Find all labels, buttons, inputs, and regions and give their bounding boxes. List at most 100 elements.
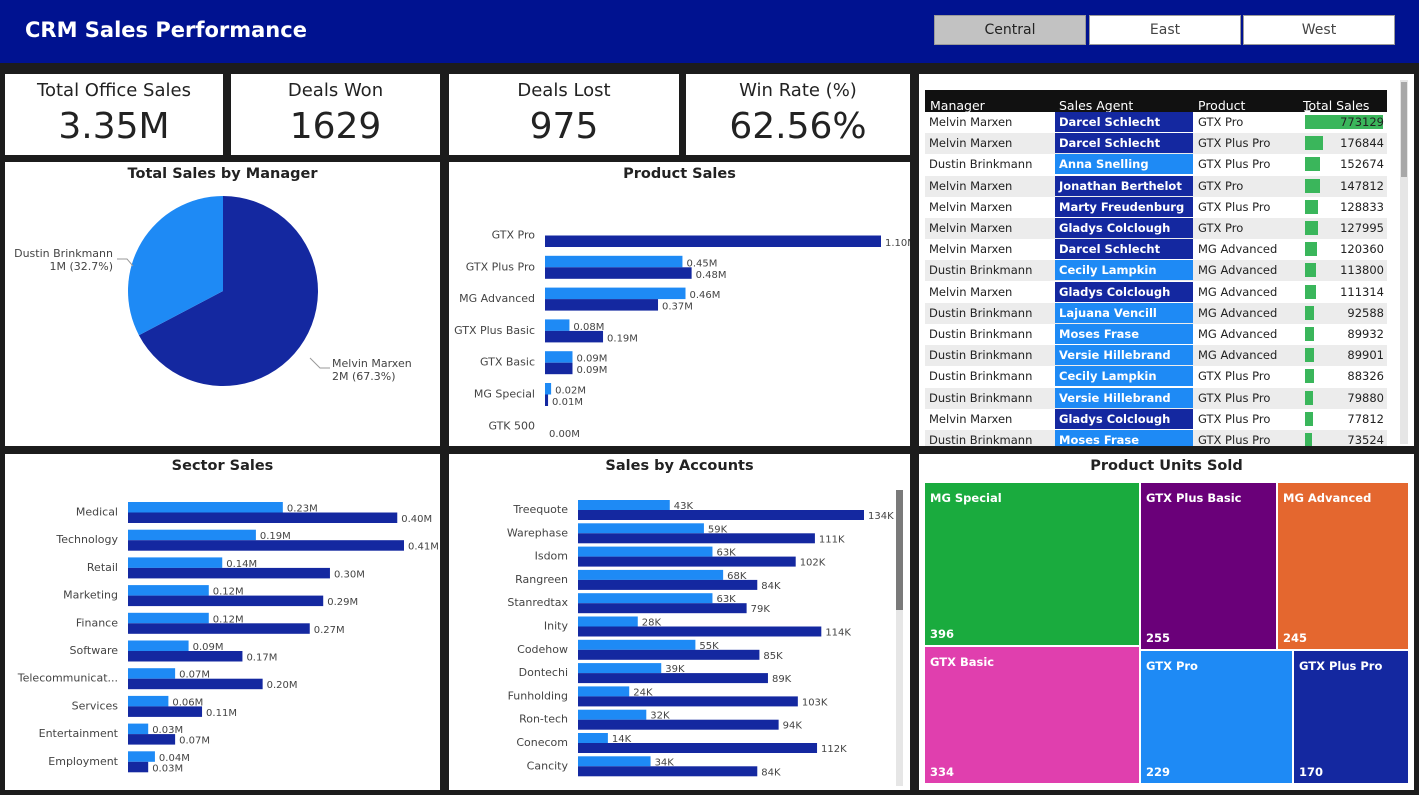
bar[interactable] <box>578 696 798 707</box>
slicer-east-button[interactable]: East <box>1089 15 1241 45</box>
bar[interactable] <box>578 766 758 777</box>
bar[interactable] <box>545 267 692 279</box>
accounts-scrollbar-thumb[interactable] <box>896 490 903 610</box>
bar[interactable] <box>578 546 713 557</box>
cell-manager: Dustin Brinkmann <box>929 157 1033 172</box>
cell-agent: Darcel Schlecht <box>1055 112 1193 132</box>
bar[interactable] <box>128 595 324 607</box>
bar[interactable] <box>128 502 283 513</box>
bar[interactable] <box>578 569 724 580</box>
bar[interactable] <box>545 299 659 311</box>
table-row[interactable]: Dustin Brinkmann Cecily Lampkin GTX Plus P… <box>925 366 1387 388</box>
table-row[interactable]: Melvin Marxen Darcel Schlecht GTX Plus Pro… <box>925 133 1387 155</box>
bar[interactable] <box>578 673 768 684</box>
cell-manager: Dustin Brinkmann <box>929 327 1033 341</box>
cell-total-sales: 128833 <box>1340 199 1384 214</box>
bar[interactable] <box>128 623 310 634</box>
treemap-tile[interactable]: GTX Plus Basic 255 <box>1141 483 1276 649</box>
bar[interactable] <box>128 585 209 596</box>
table-scrollbar-thumb[interactable] <box>1401 82 1407 177</box>
bar[interactable] <box>578 626 822 637</box>
table-row[interactable]: Dustin Brinkmann Moses Frase GTX Plus Pro 7… <box>925 430 1387 446</box>
category-label: Warephase <box>507 526 568 539</box>
bar[interactable] <box>578 709 647 720</box>
table-row[interactable]: Dustin Brinkmann Anna Snelling GTX Plus Pr… <box>925 154 1387 176</box>
bar[interactable] <box>578 533 815 544</box>
bar[interactable] <box>545 351 573 363</box>
bar[interactable] <box>128 529 256 541</box>
bar[interactable] <box>578 556 796 567</box>
table-scrollbar-track[interactable] <box>1400 80 1408 444</box>
col-header-manager[interactable]: Manager <box>930 98 985 113</box>
bar[interactable] <box>545 330 604 343</box>
bar[interactable] <box>128 678 263 690</box>
treemap-tile[interactable]: GTX Basic 334 <box>925 647 1139 783</box>
bar[interactable] <box>578 500 670 510</box>
accounts-scrollbar-track[interactable] <box>896 490 903 786</box>
bar[interactable] <box>578 593 713 604</box>
cell-product: GTX Pro <box>1198 115 1244 129</box>
treemap-tile[interactable]: MG Advanced 245 <box>1278 483 1408 649</box>
category-label: Cancity <box>527 759 569 772</box>
bar[interactable] <box>545 383 552 395</box>
bar[interactable] <box>578 603 747 614</box>
table-row[interactable]: Melvin Marxen Jonathan Berthelot GTX Pro 14… <box>925 175 1387 197</box>
bar[interactable] <box>545 255 683 268</box>
table-row[interactable]: Melvin Marxen Darcel Schlecht MG Advanced 1… <box>925 239 1387 261</box>
table-row[interactable]: Dustin Brinkmann Versie Hillebrand GTX Plu… <box>925 387 1387 409</box>
table-row[interactable]: Dustin Brinkmann Moses Frase MG Advanced 89… <box>925 324 1387 345</box>
bar[interactable] <box>128 734 176 745</box>
bar[interactable] <box>128 751 155 762</box>
bar[interactable] <box>128 557 223 568</box>
bar[interactable] <box>128 651 243 662</box>
table-row[interactable]: Melvin Marxen Darcel Schlecht GTX Pro 77312… <box>925 112 1387 133</box>
table-row[interactable]: Dustin Brinkmann Versie Hillebrand MG Adva… <box>925 345 1387 367</box>
bar[interactable] <box>578 756 651 767</box>
bar[interactable] <box>578 523 704 534</box>
bar[interactable] <box>578 743 818 753</box>
bar[interactable] <box>128 761 149 773</box>
bar[interactable] <box>578 733 608 743</box>
bar[interactable] <box>128 640 189 652</box>
bar[interactable] <box>545 235 881 248</box>
bar[interactable] <box>578 510 864 520</box>
bar[interactable] <box>578 579 758 590</box>
bar[interactable] <box>545 287 686 300</box>
bar[interactable] <box>128 612 209 624</box>
category-label: Marketing <box>63 589 118 602</box>
col-header-agent[interactable]: Sales Agent <box>1059 98 1133 113</box>
bar[interactable] <box>578 649 760 660</box>
cell-total-sales: 88326 <box>1347 369 1384 384</box>
bar[interactable] <box>128 567 330 579</box>
bar[interactable] <box>545 319 570 331</box>
data-label: 84K <box>761 767 781 778</box>
bar[interactable] <box>128 668 176 679</box>
treemap-tile[interactable]: GTX Plus Pro 170 <box>1294 651 1408 783</box>
table-row[interactable]: Dustin Brinkmann Cecily Lampkin MG Advance… <box>925 260 1387 282</box>
table-row[interactable]: Dustin Brinkmann Lajuana Vencill MG Advanc… <box>925 302 1387 324</box>
bar[interactable] <box>578 663 662 674</box>
col-header-product[interactable]: Product <box>1198 98 1245 113</box>
table-row[interactable]: Melvin Marxen Gladys Colclough GTX Pro 1279… <box>925 218 1387 239</box>
bar[interactable] <box>578 639 696 650</box>
bar[interactable] <box>128 695 169 707</box>
treemap-tile[interactable]: GTX Pro 229 <box>1141 651 1292 783</box>
cell-total-sales: 92588 <box>1347 305 1384 320</box>
bar[interactable] <box>128 723 149 735</box>
bar[interactable] <box>128 512 398 524</box>
bar[interactable] <box>545 362 573 375</box>
treemap-tile[interactable]: MG Special 396 <box>925 483 1139 645</box>
bar[interactable] <box>128 540 404 551</box>
table-row[interactable]: Melvin Marxen Marty Freudenburg GTX Plus P… <box>925 196 1387 218</box>
table-row[interactable]: Melvin Marxen Gladys Colclough MG Advanced… <box>925 281 1387 303</box>
kpi-value: 62.56% <box>729 106 867 147</box>
slicer-west-button[interactable]: West <box>1243 15 1395 45</box>
data-label: 114K <box>825 628 851 639</box>
bar[interactable] <box>578 719 779 730</box>
bar[interactable] <box>545 394 549 407</box>
bar[interactable] <box>578 686 630 697</box>
table-row[interactable]: Melvin Marxen Gladys Colclough GTX Plus Pr… <box>925 408 1387 430</box>
bar[interactable] <box>128 706 203 717</box>
bar[interactable] <box>578 616 638 627</box>
slicer-central-button[interactable]: Central <box>934 15 1086 45</box>
